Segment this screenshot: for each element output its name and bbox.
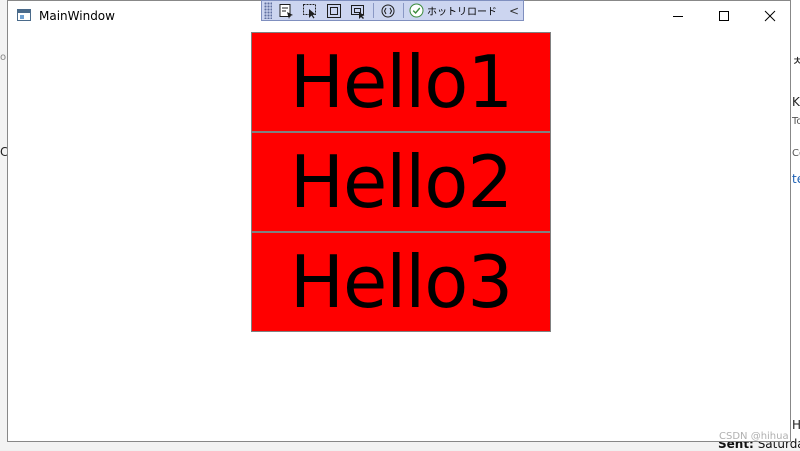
maximize-button[interactable] (701, 1, 747, 31)
background-text-fragment: ㅊ (792, 54, 800, 68)
hot-reload-check-icon (409, 3, 424, 18)
toolbar-grip[interactable] (264, 2, 272, 19)
maximize-icon (719, 11, 729, 21)
close-icon (764, 10, 776, 22)
display-xaml-icon (381, 4, 395, 17)
track-focus-icon (351, 4, 365, 19)
main-window: MainWindow Hello1 Hello2 Hello3 (7, 0, 791, 442)
hot-reload-button[interactable]: ホットリロード (409, 2, 497, 19)
window-title: MainWindow (39, 9, 115, 23)
close-button[interactable] (747, 1, 793, 31)
background-window-bottom (0, 441, 800, 450)
hello-cell: Hello2 (251, 132, 551, 232)
display-xaml-button[interactable] (378, 2, 398, 19)
layout-adorner-icon (327, 3, 341, 18)
background-text-fragment: Hi (792, 418, 800, 432)
background-text-fragment: To (792, 116, 800, 127)
select-element-button[interactable] (276, 2, 296, 19)
background-window-left (0, 0, 7, 450)
hello-cell: Hello1 (251, 32, 551, 132)
layout-adorner-button[interactable] (324, 2, 344, 19)
background-text-fragment: o (0, 52, 7, 63)
app-window-icon (17, 9, 31, 21)
hot-reload-label: ホットリロード (427, 7, 497, 18)
hello-text: Hello1 (289, 40, 513, 124)
background-text-fragment: Ke (792, 95, 800, 109)
collapse-toolbar-button[interactable]: < (509, 4, 519, 18)
toolbar-separator (403, 3, 404, 18)
hello-text: Hello2 (289, 140, 513, 224)
stack-panel: Hello1 Hello2 Hello3 (251, 32, 551, 332)
background-text-fragment: Co (792, 148, 800, 159)
background-link-fragment: te (792, 172, 800, 186)
select-element-icon (279, 3, 293, 19)
pointer-button[interactable] (300, 2, 320, 19)
xaml-debug-toolbar: ホットリロード < (261, 0, 524, 21)
minimize-button[interactable] (655, 1, 701, 31)
pointer-icon (303, 3, 316, 18)
hello-text: Hello3 (289, 240, 513, 324)
hello-cell: Hello3 (251, 232, 551, 332)
toolbar-separator (373, 3, 374, 18)
track-focus-button[interactable] (348, 2, 368, 19)
minimize-icon (673, 16, 683, 17)
watermark: CSDN @hihua (719, 431, 789, 442)
